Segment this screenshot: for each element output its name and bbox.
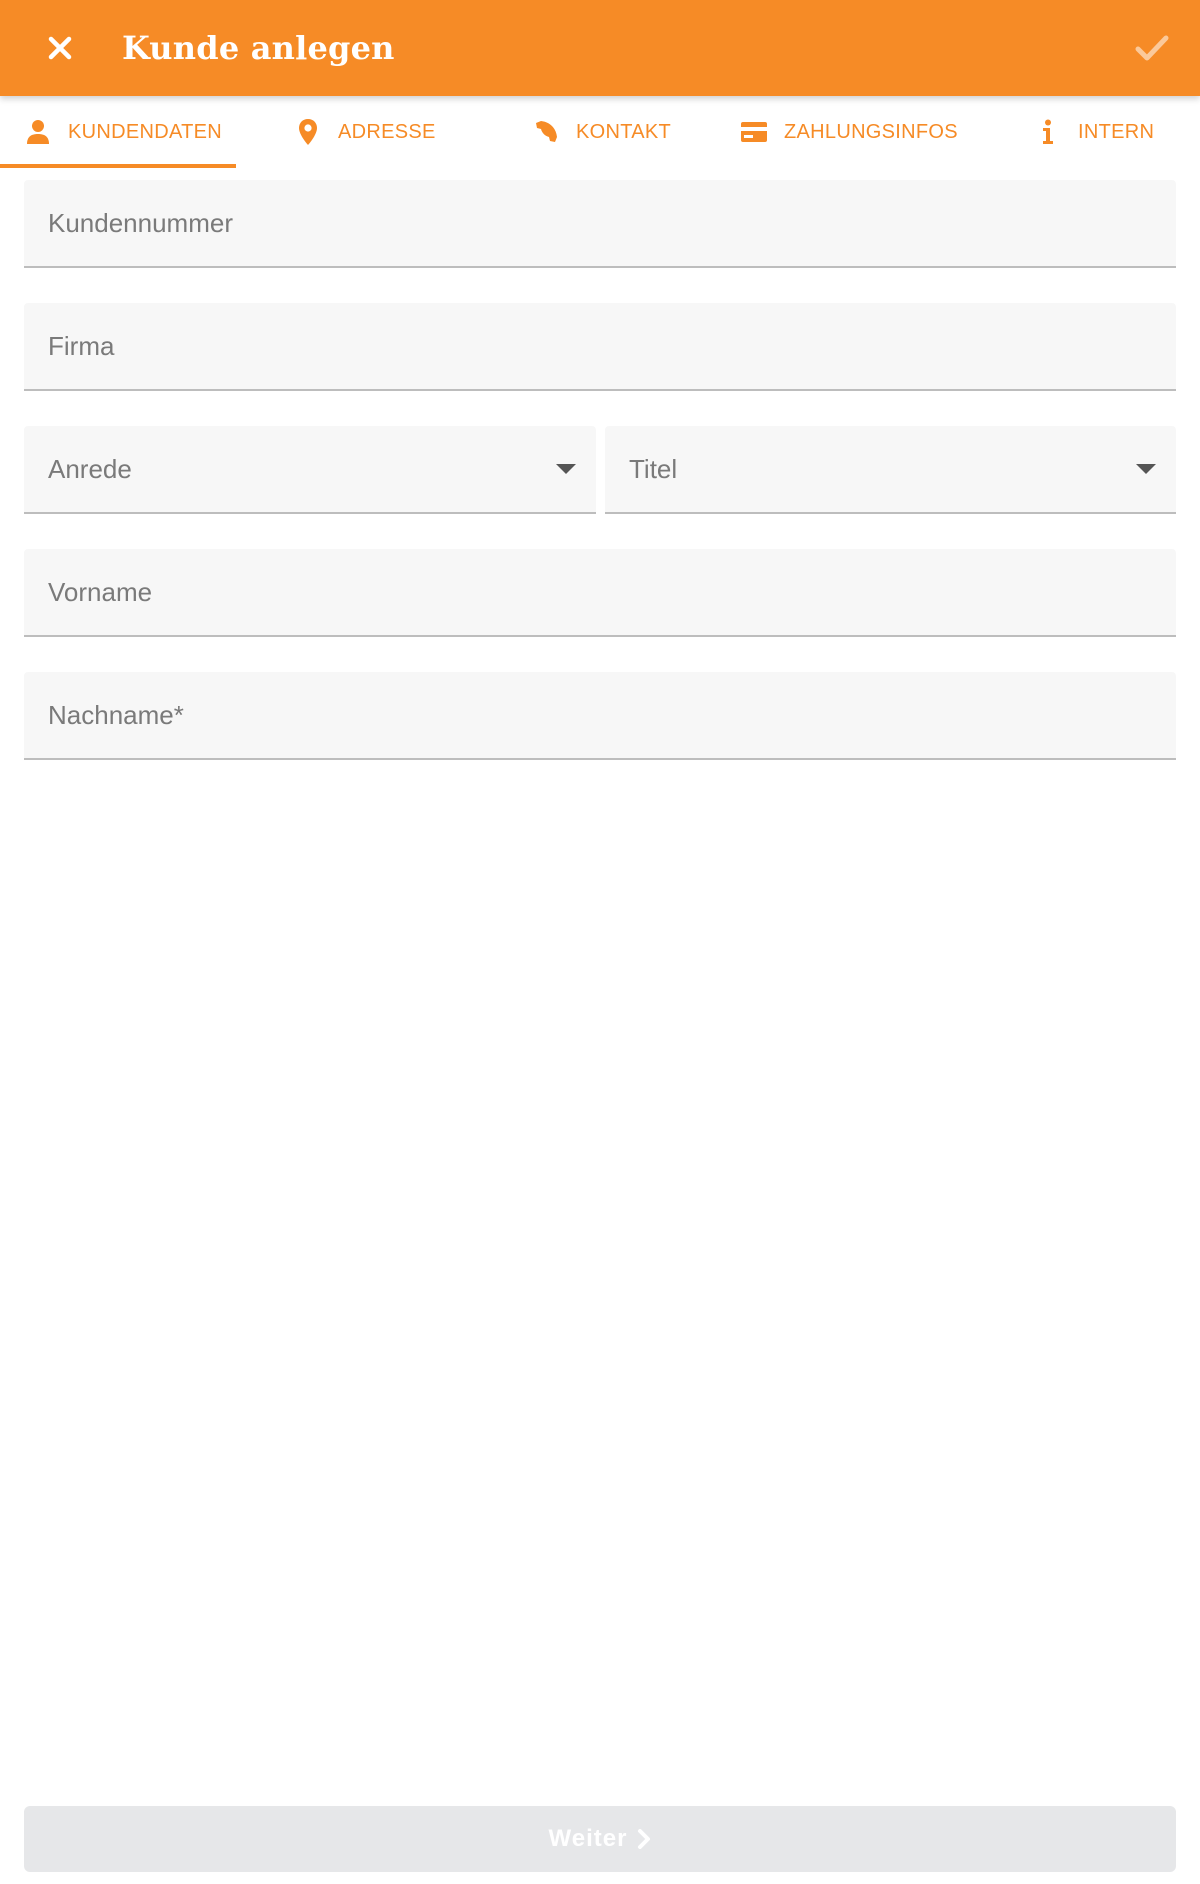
kundennummer-label: Kundennummer — [48, 208, 233, 238]
dropdown-arrow-icon — [1136, 464, 1156, 474]
tab-zahlungsinfos[interactable]: ZAHLUNGSINFOS — [740, 96, 958, 168]
location-pin-icon — [294, 118, 322, 146]
tab-kundendaten[interactable]: KUNDENDATEN — [0, 96, 237, 168]
page-title: Kunde anlegen — [122, 29, 395, 67]
tab-adresse[interactable]: ADRESSE — [294, 96, 436, 168]
titel-select[interactable]: Titel — [605, 426, 1176, 514]
firma-field[interactable]: Firma — [24, 303, 1176, 391]
titel-label: Titel — [629, 454, 678, 484]
vorname-label: Vorname — [48, 577, 153, 607]
tab-label: KONTAKT — [576, 120, 672, 143]
tab-label: ZAHLUNGSINFOS — [784, 120, 958, 143]
nachname-label: Nachname* — [48, 700, 184, 730]
next-button-label: Weiter — [548, 1825, 628, 1852]
customer-create-screen: Kunde anlegen KUNDENDATEN ADRESSE KONTAK… — [0, 0, 1200, 1884]
close-icon — [48, 36, 72, 60]
chevron-right-icon — [637, 1829, 651, 1849]
app-bar: Kunde anlegen — [0, 0, 1200, 96]
tab-intern[interactable]: INTERN — [1034, 96, 1154, 168]
tab-label: KUNDENDATEN — [68, 120, 223, 143]
check-icon — [1135, 35, 1169, 61]
close-button[interactable] — [36, 24, 84, 72]
tab-bar: KUNDENDATEN ADRESSE KONTAKT ZAHLUNGSINFO… — [0, 96, 1200, 168]
next-button[interactable]: Weiter — [24, 1806, 1176, 1872]
info-icon — [1034, 118, 1062, 146]
tab-label: ADRESSE — [338, 120, 436, 143]
phone-icon — [532, 118, 560, 146]
nachname-field[interactable]: Nachname* — [24, 672, 1176, 760]
vorname-field[interactable]: Vorname — [24, 549, 1176, 637]
firma-label: Firma — [48, 331, 115, 361]
person-icon — [24, 118, 52, 146]
tab-kontakt[interactable]: KONTAKT — [532, 96, 671, 168]
anrede-label: Anrede — [48, 454, 132, 484]
dropdown-arrow-icon — [556, 464, 576, 474]
anrede-select[interactable]: Anrede — [24, 426, 596, 514]
confirm-button[interactable] — [1128, 24, 1176, 72]
credit-card-icon — [740, 118, 768, 146]
tab-label: INTERN — [1078, 120, 1155, 143]
kundennummer-field[interactable]: Kundennummer — [24, 180, 1176, 268]
